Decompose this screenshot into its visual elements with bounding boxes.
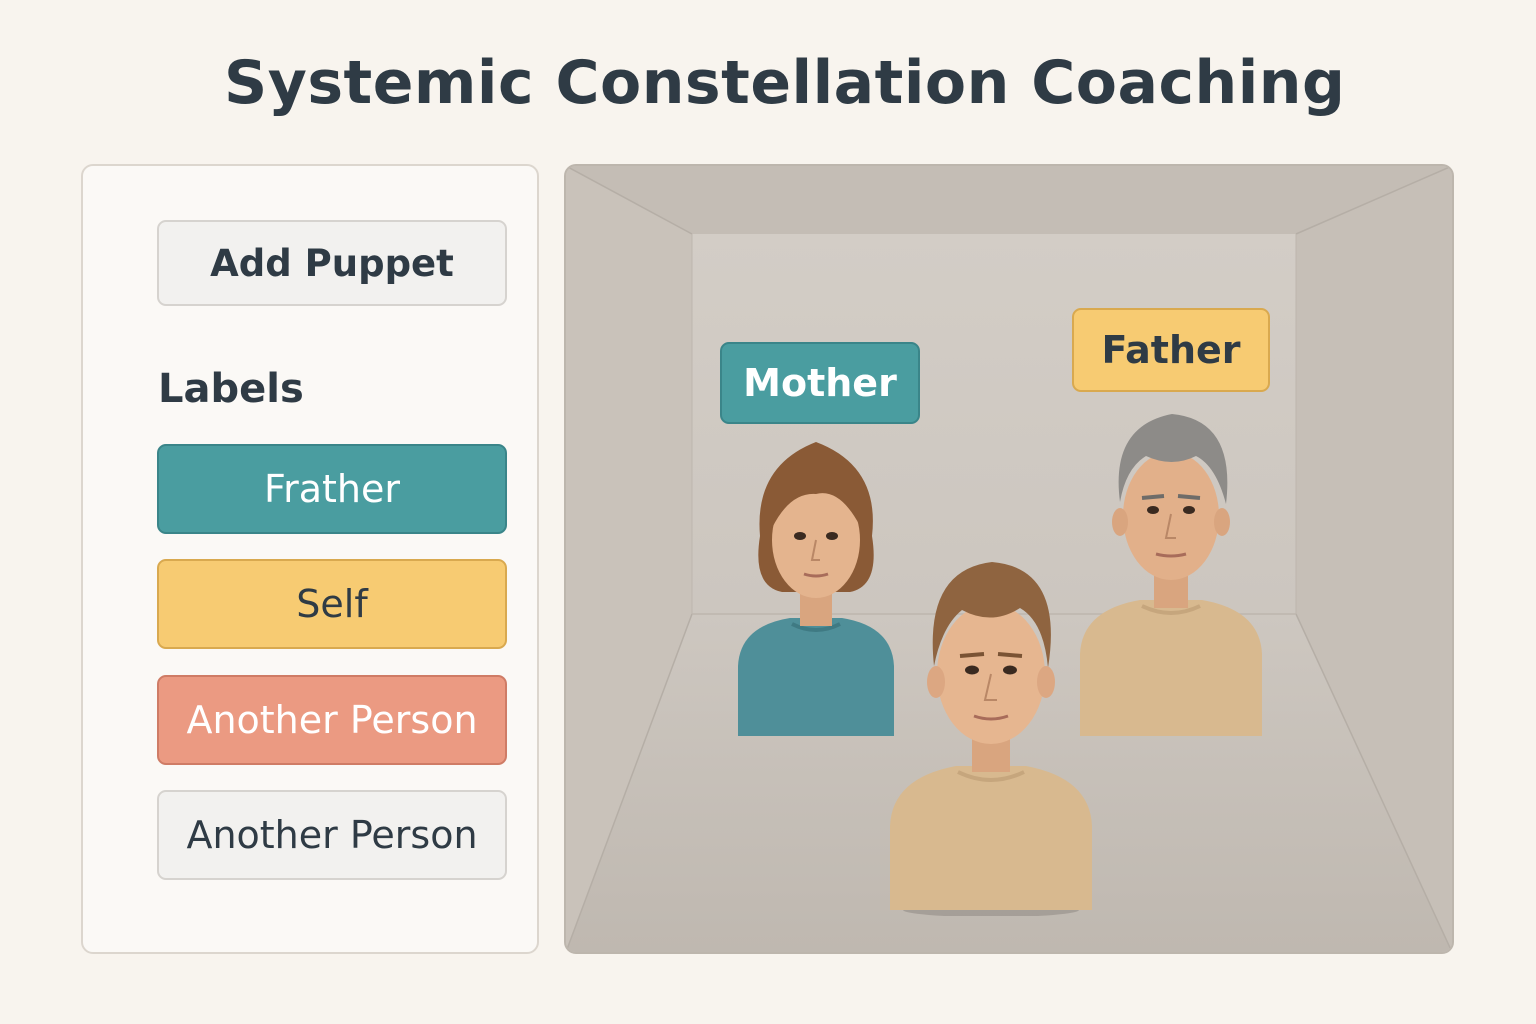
puppet-mother[interactable] (730, 436, 902, 736)
label-item-another-person-salmon[interactable]: Another Person (157, 675, 507, 765)
puppet-self[interactable] (888, 556, 1094, 916)
labels-heading: Labels (158, 366, 304, 412)
stage-tag-mother[interactable]: Mother (720, 342, 920, 424)
app-page: Systemic Constellation Coaching Add Pupp… (0, 0, 1536, 1024)
label-item-self[interactable]: Self (157, 559, 507, 649)
sidebar-panel: Add Puppet Labels Frather Self Another P… (81, 164, 539, 954)
puppet-father[interactable] (1076, 406, 1266, 736)
label-item-frather[interactable]: Frather (157, 444, 507, 534)
page-title: Systemic Constellation Coaching (224, 48, 1346, 118)
stage-tag-father[interactable]: Father (1072, 308, 1270, 392)
constellation-stage[interactable]: Mother Father (564, 164, 1454, 954)
add-puppet-button[interactable]: Add Puppet (157, 220, 507, 306)
label-item-another-person-gray[interactable]: Another Person (157, 790, 507, 880)
